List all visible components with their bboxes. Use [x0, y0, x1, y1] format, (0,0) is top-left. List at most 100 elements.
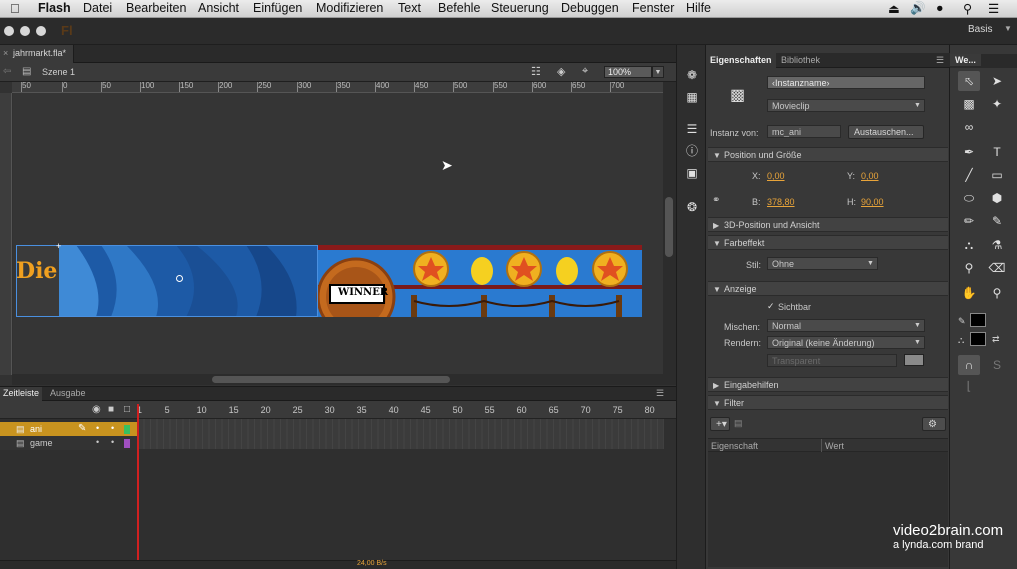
menu-text[interactable]: Text: [398, 1, 421, 15]
chevron-down-icon[interactable]: ▼: [914, 322, 921, 329]
components-icon[interactable]: ❂: [681, 197, 703, 217]
paint-bucket-icon[interactable]: ⛬: [958, 235, 980, 255]
instance-name-input[interactable]: ‹Instanzname›: [767, 76, 925, 89]
menu-ansicht[interactable]: Ansicht: [198, 1, 239, 15]
section-color-effect[interactable]: ▼ Farbeffekt: [708, 235, 948, 250]
section-filter[interactable]: ▼ Filter: [708, 395, 948, 410]
stage-horizontal-scrollbar[interactable]: [12, 374, 664, 385]
panel-menu-icon[interactable]: ☰: [936, 55, 944, 66]
info-icon[interactable]: ⓘ: [681, 141, 703, 161]
subselection-tool-icon[interactable]: ➤: [986, 71, 1008, 91]
outline-icon[interactable]: □: [124, 404, 130, 415]
pen-tool-icon[interactable]: ✒: [958, 142, 980, 162]
panel-menu-icon[interactable]: ☰: [656, 388, 664, 399]
add-filter-button[interactable]: +▾: [710, 417, 730, 431]
lock-dot[interactable]: •: [111, 437, 114, 447]
frame-rate[interactable]: 24,00 B/s: [357, 560, 387, 567]
center-stage-icon[interactable]: ⌖: [582, 65, 588, 78]
chevron-down-icon[interactable]: ▼: [914, 339, 921, 346]
tab-eigenschaften[interactable]: Eigenschaften: [706, 53, 776, 68]
zoom-tool-icon[interactable]: ⚲: [986, 283, 1008, 303]
lasso-tool-icon[interactable]: ∞: [958, 117, 980, 137]
polystar-tool-icon[interactable]: ⬢: [986, 188, 1008, 208]
visible-dot[interactable]: •: [96, 437, 99, 447]
straighten-icon[interactable]: ⌊: [958, 376, 980, 396]
layer-game[interactable]: ▤ game • •: [0, 436, 137, 450]
swap-colors-icon[interactable]: ⇄: [992, 334, 1000, 345]
ink-bottle-icon[interactable]: ⚗: [986, 235, 1008, 255]
eject-icon[interactable]: ⏏: [888, 1, 900, 16]
snap-to-objects-icon[interactable]: ∩: [958, 355, 980, 375]
width-value[interactable]: 378,80: [767, 197, 795, 207]
tab-bibliothek[interactable]: Bibliothek: [781, 55, 820, 65]
section-3d[interactable]: ▶ 3D-Position und Ansicht: [708, 217, 948, 232]
line-tool-icon[interactable]: ╱: [958, 165, 980, 185]
playhead[interactable]: [137, 404, 139, 569]
background-color-swatch[interactable]: [904, 354, 924, 366]
menu-steuerung[interactable]: Steuerung: [491, 1, 549, 15]
workspace-switcher[interactable]: Basis: [968, 24, 992, 35]
menu-bearbeiten[interactable]: Bearbeiten: [126, 1, 186, 15]
tab-tools[interactable]: We...: [950, 54, 981, 66]
zoom-window-button[interactable]: [36, 26, 46, 36]
link-icon[interactable]: ⚭: [712, 195, 720, 206]
eyedropper-icon[interactable]: ⚲: [958, 258, 980, 278]
close-tab-icon[interactable]: ×: [3, 48, 8, 58]
stage-vertical-scrollbar[interactable]: [663, 82, 676, 385]
layer-color-swatch[interactable]: [124, 439, 130, 448]
volume-icon[interactable]: 🔊: [910, 1, 926, 16]
minimize-window-button[interactable]: [20, 26, 30, 36]
stroke-color-swatch[interactable]: [970, 313, 986, 327]
swap-button[interactable]: Austauschen...: [848, 125, 924, 139]
render-select[interactable]: Original (keine Änderung): [767, 336, 925, 349]
tab-zeitleiste[interactable]: Zeitleiste: [0, 387, 43, 401]
hand-tool-icon[interactable]: ✋: [958, 283, 980, 303]
tab-ausgabe[interactable]: Ausgabe: [50, 388, 86, 398]
rectangle-tool-icon[interactable]: ▭: [986, 165, 1008, 185]
apple-icon[interactable]: : [10, 1, 20, 16]
blend-select[interactable]: Normal: [767, 319, 925, 332]
lock-dot[interactable]: •: [111, 423, 114, 433]
brush-tool-icon[interactable]: ✎: [986, 211, 1008, 231]
menu-hilfe[interactable]: Hilfe: [686, 1, 711, 15]
section-position[interactable]: ▼ Position und Größe: [708, 147, 948, 162]
section-accessibility[interactable]: ▶ Eingabehilfen: [708, 377, 948, 392]
edit-symbol-icon[interactable]: ◈: [557, 65, 565, 78]
section-display[interactable]: ▼ Anzeige: [708, 281, 948, 296]
menu-fenster[interactable]: Fenster: [632, 1, 674, 15]
lock-icon[interactable]: ■: [108, 404, 114, 415]
stage-area[interactable]: [13, 93, 665, 375]
eraser-tool-icon[interactable]: ⌫: [986, 258, 1008, 278]
spotlight-icon[interactable]: ⚲: [963, 1, 972, 16]
zoom-field[interactable]: 100%: [604, 66, 652, 78]
back-arrow-icon[interactable]: ⇦: [3, 66, 11, 77]
document-tab[interactable]: × jahrmarkt.fla*: [0, 45, 74, 63]
zoom-dropdown-icon[interactable]: ▼: [652, 66, 664, 78]
symbol-type-select[interactable]: Movieclip: [767, 99, 925, 112]
color-palette-icon[interactable]: ❁: [681, 65, 703, 85]
text-tool-icon[interactable]: T: [986, 142, 1008, 162]
menu-datei[interactable]: Datei: [83, 1, 112, 15]
smooth-icon[interactable]: S: [986, 355, 1008, 375]
checkbox-icon[interactable]: ✓: [767, 301, 775, 312]
user-icon[interactable]: ●: [936, 1, 944, 15]
menu-einfuegen[interactable]: Einfügen: [253, 1, 302, 15]
chevron-down-icon[interactable]: ▼: [867, 260, 874, 267]
scene-name[interactable]: Szene 1: [42, 67, 75, 77]
notification-icon[interactable]: ☰: [988, 1, 999, 16]
menu-debuggen[interactable]: Debuggen: [561, 1, 619, 15]
layer-color-swatch[interactable]: [124, 425, 130, 434]
transform-icon[interactable]: ▣: [681, 163, 703, 183]
align-icon[interactable]: ☰: [681, 119, 703, 139]
height-value[interactable]: 90,00: [861, 197, 884, 207]
menu-befehle[interactable]: Befehle: [438, 1, 480, 15]
oval-tool-icon[interactable]: ⬭: [958, 188, 980, 208]
close-window-button[interactable]: [4, 26, 14, 36]
delete-filter-icon[interactable]: ▤: [734, 418, 743, 429]
pencil-tool-icon[interactable]: ✏: [958, 211, 980, 231]
layer-ani[interactable]: ▤ ani ✎ • •: [0, 422, 137, 436]
menu-app[interactable]: Flash: [38, 1, 71, 15]
3d-rotation-icon[interactable]: ✦: [986, 94, 1008, 114]
selection-tool-icon[interactable]: ⬁: [958, 71, 980, 91]
fill-color-swatch[interactable]: [970, 332, 986, 346]
